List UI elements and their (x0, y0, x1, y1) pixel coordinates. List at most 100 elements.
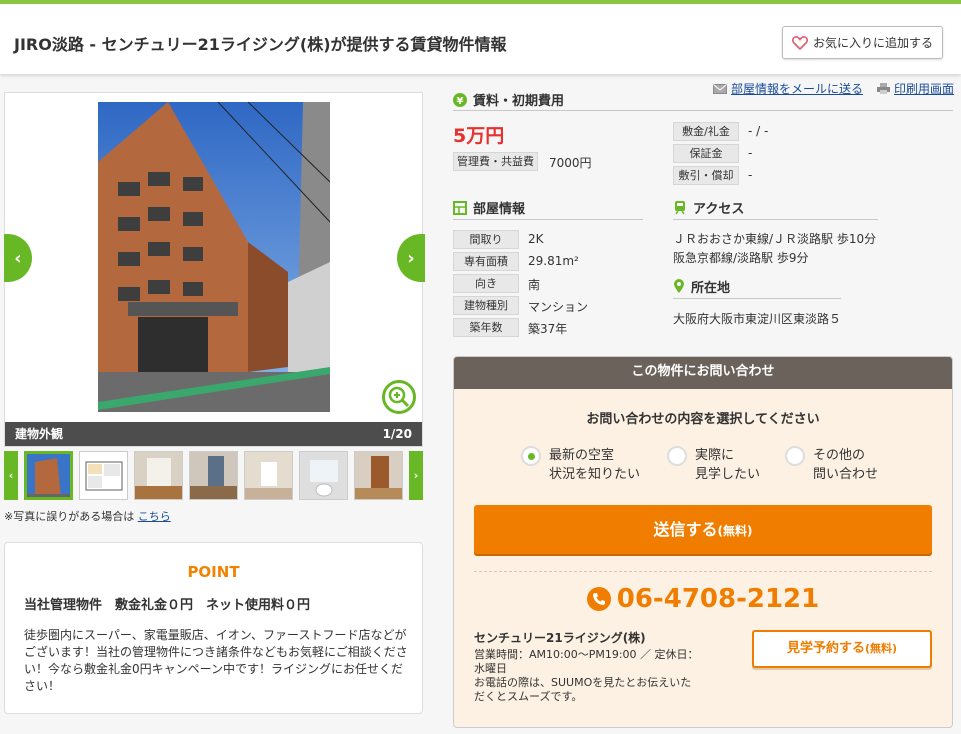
guarantee-value: - (748, 146, 753, 160)
prev-photo-button[interactable]: ‹ (4, 234, 32, 282)
deposit-value: - / - (748, 124, 769, 138)
room-row-label: 築年数 (453, 318, 519, 337)
map-pin-icon (674, 279, 684, 293)
svg-text:¥: ¥ (457, 96, 464, 107)
page-header: JIRO淡路 - センチュリー21ライジング(株)が提供する賃貸物件情報 お気に… (0, 0, 961, 74)
thumbnail-1[interactable] (24, 451, 73, 500)
location-heading: 所在地 (673, 277, 730, 296)
send-label: 送信する (653, 520, 718, 539)
room-row-value: マンション (528, 300, 589, 314)
radio-button[interactable] (521, 446, 541, 466)
option-line: 最新の空室 (549, 448, 615, 463)
photo-caption-label: 建物外観 (15, 427, 64, 441)
option-line: 問い合わせ (813, 467, 879, 482)
hours-note: お電話の際は、SUUMOを見たとお伝えいただくとスムーズです。 (474, 676, 692, 703)
phone-number[interactable]: 06-4708-2121 (454, 584, 952, 614)
radio-button[interactable] (785, 446, 805, 466)
divider (474, 571, 932, 572)
print-link[interactable]: 印刷用画面 (894, 80, 954, 97)
room-heading-label: 部屋情報 (473, 202, 526, 217)
guarantee-label: 保証金 (673, 144, 739, 163)
rent-heading-label: 賃料・初期費用 (473, 94, 565, 109)
contact-prompt: お問い合わせの内容を選択してください (586, 412, 820, 427)
send-button[interactable]: 送信する(無料) (474, 505, 932, 554)
deposit-label: 敷金/礼金 (673, 122, 739, 141)
option-line: 実際に (695, 448, 735, 463)
photo-counter: 1/20 (382, 427, 412, 441)
business-hours: 営業時間：AM10:00～PM19:00 ／ 定休日：水曜日 お電話の際は、SU… (474, 648, 699, 704)
chevron-right-icon: › (407, 247, 415, 269)
hours-text: 営業時間：AM10:00～PM19:00 ／ 定休日：水曜日 (474, 648, 699, 675)
room-row-label: 建物種別 (453, 296, 519, 315)
thumb-prev-button[interactable]: ‹ (4, 451, 18, 500)
building-photo[interactable] (98, 102, 330, 412)
room-row-label: 間取り (453, 230, 519, 249)
next-photo-button[interactable]: › (397, 234, 425, 282)
option-line: 状況を知りたい (549, 467, 641, 482)
divider (453, 219, 643, 220)
room-row-value: 築37年 (528, 322, 568, 336)
contact-heading: この物件にお問い合わせ (454, 357, 952, 389)
thumb-next-button[interactable]: › (409, 451, 423, 500)
printer-icon (877, 83, 891, 94)
send-suffix: (無料) (717, 524, 753, 538)
point-headline: 当社管理物件 敷金礼金０円 ネット使用料０円 (24, 598, 311, 613)
email-link[interactable]: 部屋情報をメールに送る (731, 80, 863, 97)
location-heading-label: 所在地 (691, 281, 731, 296)
visit-reservation-button[interactable]: 見学予約する(無料) (752, 630, 932, 668)
thumbnail-7[interactable] (354, 451, 403, 500)
room-row-label: 向き (453, 274, 519, 293)
divider (673, 298, 841, 299)
thumbnail-4[interactable] (189, 451, 238, 500)
zoom-button[interactable] (382, 380, 416, 414)
room-row-label: 専有面積 (453, 252, 519, 271)
mail-icon (713, 83, 727, 94)
photo-caption: 建物外観 1/20 (5, 422, 422, 446)
photo-error-link[interactable]: こちら (138, 510, 171, 523)
floorplan-icon (453, 200, 467, 215)
rent-heading: ¥ 賃料・初期費用 (453, 90, 564, 109)
divider (673, 219, 878, 220)
rent-price: 5万円 (453, 125, 505, 147)
option-line: その他の (813, 448, 866, 463)
thumbnail-strip: ‹ › (4, 450, 423, 502)
visit-label: 見学予約する (786, 641, 865, 656)
zoom-in-icon (388, 386, 410, 408)
yen-icon: ¥ (453, 92, 467, 107)
photo-gallery: ‹ › 建物外観 1/20 (4, 92, 425, 447)
access-heading: アクセス (673, 198, 744, 217)
photo-error-note: ※写真に誤りがある場合は こちら (4, 508, 171, 524)
room-row-value: 2K (528, 232, 544, 246)
access-line-1: ＪＲおおさか東線/ＪＲ淡路駅 歩10分 (673, 232, 877, 246)
add-favorite-button[interactable]: お気に入りに追加する (782, 26, 943, 59)
thumbnail-5[interactable] (244, 451, 293, 500)
radio-button[interactable] (667, 446, 687, 466)
shikibiki-value: - (748, 168, 753, 182)
inquiry-option-other[interactable]: その他の 問い合わせ (785, 446, 878, 484)
photo-error-text: ※写真に誤りがある場合は (4, 510, 135, 523)
utility-links: 部屋情報をメールに送る 印刷用画面 (713, 80, 954, 97)
inquiry-option-viewing[interactable]: 実際に 見学したい (667, 446, 760, 484)
heart-icon (792, 35, 808, 50)
point-title: POINT (187, 563, 240, 581)
access-line-2: 阪急京都線/淡路駅 歩9分 (673, 251, 809, 265)
divider (453, 110, 953, 111)
thumbnail-3[interactable] (134, 451, 183, 500)
page-title: JIRO淡路 - センチュリー21ライジング(株)が提供する賃貸物件情報 (14, 35, 507, 54)
option-line: 見学したい (695, 467, 761, 482)
inquiry-option-vacancy[interactable]: 最新の空室状況を知りたい (521, 446, 640, 484)
address: 大阪府大阪市東淀川区東淡路５ (673, 312, 842, 326)
phone-number-text: 06-4708-2121 (616, 584, 820, 614)
chevron-right-icon: › (413, 469, 419, 482)
room-row-value: 南 (528, 278, 541, 292)
point-box: POINT 当社管理物件 敷金礼金０円 ネット使用料０円 徒歩圏内にスーパー、家… (4, 542, 423, 714)
access-heading-label: アクセス (693, 202, 745, 217)
thumbnail-6[interactable] (299, 451, 348, 500)
mgmt-fee-value: 7000円 (549, 156, 592, 170)
company-name: センチュリー21ライジング(株) (474, 631, 646, 645)
contact-panel: この物件にお問い合わせ お問い合わせの内容を選択してください 最新の空室状況を知… (453, 356, 953, 728)
visit-suffix: (無料) (864, 642, 898, 655)
thumbnail-2[interactable] (79, 451, 128, 500)
room-row-value: 29.81m² (528, 254, 579, 268)
room-heading: 部屋情報 (453, 198, 525, 217)
